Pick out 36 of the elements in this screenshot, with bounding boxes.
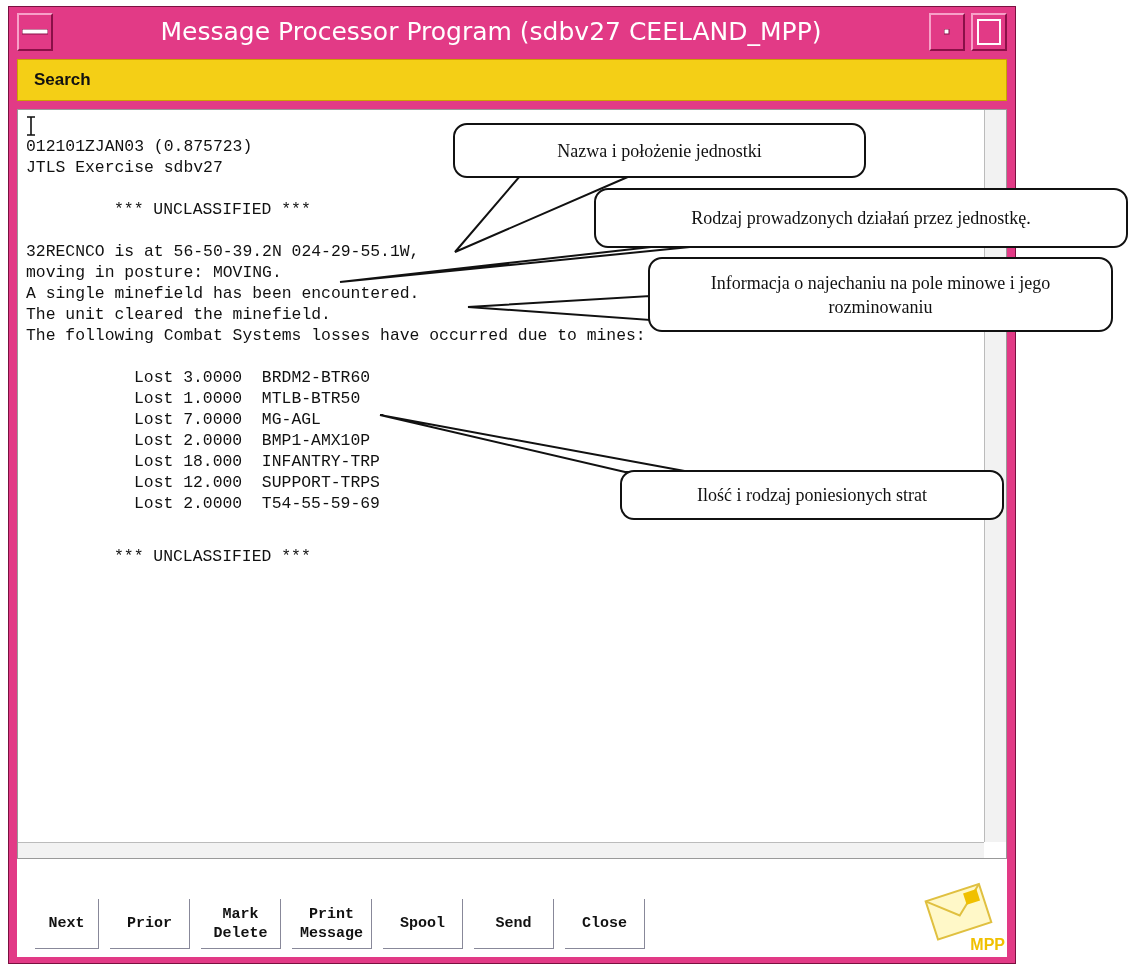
- message-line: JTLS Exercise sdbv27: [26, 157, 223, 178]
- message-line: *** UNCLASSIFIED ***: [114, 546, 311, 567]
- action-button[interactable]: Mark Delete: [201, 899, 281, 949]
- message-line: *** UNCLASSIFIED ***: [114, 199, 311, 220]
- action-button[interactable]: Spool: [383, 899, 463, 949]
- action-button[interactable]: Send: [474, 899, 554, 949]
- loss-line: Lost 3.0000 BRDM2-BTR60: [134, 367, 371, 388]
- message-line: 012101ZJAN03 (0.875723): [26, 136, 253, 157]
- message-line: 32RECNCO is at 56-50-39.2N 024-29-55.1W,: [26, 241, 420, 262]
- callout-text: Nazwa i położenie jednostki: [453, 123, 866, 178]
- callout-text: Ilość i rodzaj poniesionych strat: [620, 470, 1004, 520]
- loss-line: Lost 2.0000 T54-55-59-69: [134, 493, 380, 514]
- loss-line: Lost 7.0000 MG-AGL: [134, 409, 321, 430]
- menu-item[interactable]: Search: [34, 67, 91, 93]
- action-button[interactable]: Prior: [110, 899, 190, 949]
- horizontal-scrollbar[interactable]: [18, 842, 984, 858]
- menu-bar-icon: [22, 29, 48, 35]
- loss-line: Lost 1.0000 MTLB-BTR50: [134, 388, 361, 409]
- logo-text: MPP: [970, 935, 1005, 955]
- action-button[interactable]: Close: [565, 899, 645, 949]
- window-title: Message Processor Program (sdbv27 CEELAND_MPP): [160, 17, 822, 47]
- message-line: The unit cleared the minefield.: [26, 304, 331, 325]
- maximize-button[interactable]: [971, 13, 1007, 51]
- loss-line: Lost 18.000 INFANTRY-TRP: [134, 451, 380, 472]
- loss-line: Lost 12.000 SUPPORT-TRPS: [134, 472, 380, 493]
- window-menu-button[interactable]: [17, 13, 53, 51]
- text-cursor-icon: [26, 116, 36, 136]
- maximize-icon: [977, 19, 1001, 45]
- action-button[interactable]: Print Message: [292, 899, 372, 949]
- minimize-button[interactable]: [929, 13, 965, 51]
- message-line: A single minefield has been encountered.: [26, 283, 420, 304]
- message-line: moving in posture: MOVING.: [26, 262, 282, 283]
- message-line: The following Combat Systems losses have occurred due to mines:: [26, 325, 646, 346]
- action-button[interactable]: Next: [35, 899, 99, 949]
- minimize-icon: [944, 29, 950, 35]
- loss-line: Lost 2.0000 BMP1-AMX10P: [134, 430, 371, 451]
